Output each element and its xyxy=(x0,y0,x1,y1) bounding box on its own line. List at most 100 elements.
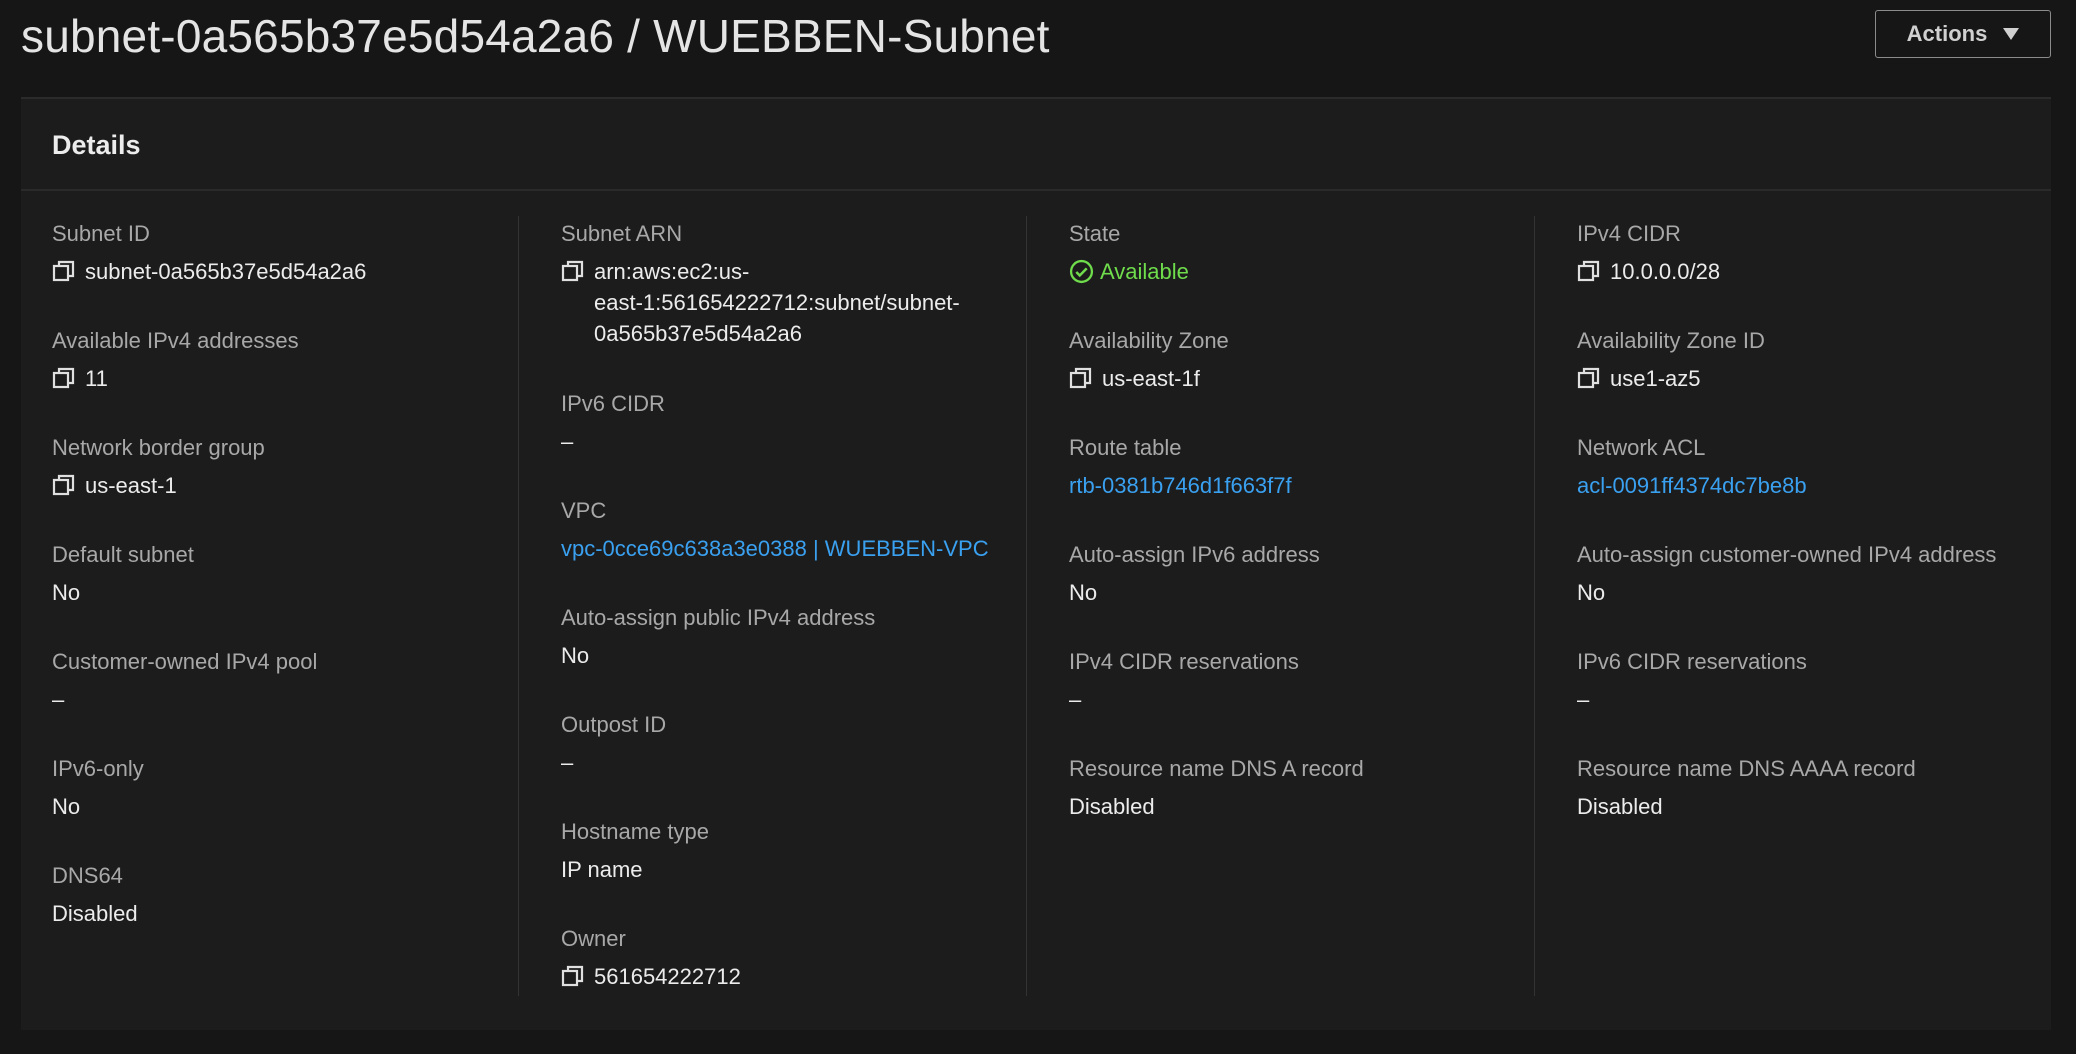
copy-icon[interactable] xyxy=(1577,366,1601,390)
field-available-ipv4: Available IPv4 addresses 11 xyxy=(52,327,538,430)
details-panel-header: Details xyxy=(21,99,2051,191)
field-auto-assign-ipv6: Auto-assign IPv6 address No xyxy=(1069,541,1555,644)
field-ipv6-cidr: IPv6 CIDR – xyxy=(561,390,1047,493)
field-subnet-arn: Subnet ARN arn:aws:ec2:us- east-1:561654… xyxy=(561,220,1047,386)
field-value: Disabled xyxy=(1069,794,1155,819)
details-column-2: Subnet ARN arn:aws:ec2:us- east-1:561654… xyxy=(561,216,1047,996)
field-label: Network ACL xyxy=(1577,435,1706,460)
field-network-acl: Network ACL acl-0091ff4374dc7be8b xyxy=(1577,434,2047,537)
field-auto-assign-public-ipv4: Auto-assign public IPv4 address No xyxy=(561,604,1047,707)
field-value: subnet-0a565b37e5d54a2a6 xyxy=(52,256,538,287)
copy-icon[interactable] xyxy=(52,473,76,497)
field-label: Default subnet xyxy=(52,542,194,567)
field-label: IPv4 CIDR reservations xyxy=(1069,649,1299,674)
field-label: Subnet ARN xyxy=(561,221,683,246)
field-value: No xyxy=(52,580,81,605)
details-column-4: IPv4 CIDR 10.0.0.0/28 Availability Zone … xyxy=(1577,216,2047,996)
field-auto-assign-customer-owned-ipv4: Auto-assign customer-owned IPv4 address … xyxy=(1577,541,2047,644)
caret-down-icon xyxy=(2003,28,2020,40)
field-value: Disabled xyxy=(52,901,138,926)
field-ipv4-cidr-reservations: IPv4 CIDR reservations – xyxy=(1069,648,1555,751)
field-value: 10.0.0.0/28 xyxy=(1577,256,2047,287)
field-value: arn:aws:ec2:us- east-1:561654222712:subn… xyxy=(561,256,1047,349)
field-label: Customer-owned IPv4 pool xyxy=(52,649,318,674)
field-value: No xyxy=(1069,580,1098,605)
field-dns-a-record: Resource name DNS A record Disabled xyxy=(1069,755,1555,858)
details-column-3: State Available Availability Zone us-eas… xyxy=(1069,216,1555,996)
field-label: IPv6 CIDR reservations xyxy=(1577,649,1807,674)
field-vpc: VPC vpc-0cce69c638a3e0388 | WUEBBEN-VPC xyxy=(561,497,1047,600)
field-value: – xyxy=(1577,687,1590,712)
field-value: use1-az5 xyxy=(1577,363,2047,394)
copy-icon[interactable] xyxy=(52,259,76,283)
field-label: Resource name DNS AAAA record xyxy=(1577,756,1916,781)
field-availability-zone-id: Availability Zone ID use1-az5 xyxy=(1577,327,2047,430)
field-label: Auto-assign IPv6 address xyxy=(1069,542,1320,567)
field-value: – xyxy=(52,687,65,712)
field-label: Owner xyxy=(561,926,626,951)
field-label: IPv6-only xyxy=(52,756,144,781)
field-availability-zone: Availability Zone us-east-1f xyxy=(1069,327,1555,430)
field-ipv4-cidr: IPv4 CIDR 10.0.0.0/28 xyxy=(1577,220,2047,323)
copy-icon[interactable] xyxy=(561,259,585,283)
field-label: DNS64 xyxy=(52,863,123,888)
field-subnet-id: Subnet ID subnet-0a565b37e5d54a2a6 xyxy=(52,220,538,323)
field-value: us-east-1 xyxy=(52,470,538,501)
field-value: No xyxy=(52,794,81,819)
field-value: us-east-1f xyxy=(1069,363,1555,394)
field-network-border-group: Network border group us-east-1 xyxy=(52,434,538,537)
field-dns-aaaa-record: Resource name DNS AAAA record Disabled xyxy=(1577,755,2047,858)
field-value: 11 xyxy=(52,363,538,394)
field-label: Availability Zone xyxy=(1069,328,1229,353)
field-ipv6-only: IPv6-only No xyxy=(52,755,538,858)
field-label: Route table xyxy=(1069,435,1182,460)
field-default-subnet: Default subnet No xyxy=(52,541,538,644)
page-title: subnet-0a565b37e5d54a2a6 / WUEBBEN-Subne… xyxy=(21,10,1050,62)
field-label: Available IPv4 addresses xyxy=(52,328,299,353)
field-value: – xyxy=(561,750,574,775)
field-value: IP name xyxy=(561,857,643,882)
field-label: State xyxy=(1069,221,1121,246)
copy-icon[interactable] xyxy=(1577,259,1601,283)
vpc-link[interactable]: vpc-0cce69c638a3e0388 | WUEBBEN-VPC xyxy=(561,533,989,564)
field-state: State Available xyxy=(1069,220,1555,323)
details-column-1: Subnet ID subnet-0a565b37e5d54a2a6 Avail… xyxy=(52,216,538,996)
actions-button-label: Actions xyxy=(1906,21,1988,46)
field-label: VPC xyxy=(561,498,607,523)
copy-icon[interactable] xyxy=(1069,366,1093,390)
details-panel: Details Subnet ID subnet-0a565b37e5d54a2… xyxy=(21,99,2051,1030)
status-badge: Available xyxy=(1069,256,1555,287)
field-hostname-type: Hostname type IP name xyxy=(561,818,1047,921)
field-owner: Owner 561654222712 xyxy=(561,925,1047,1028)
field-label: IPv6 CIDR xyxy=(561,391,665,416)
field-label: Auto-assign customer-owned IPv4 address xyxy=(1577,542,1997,567)
field-label: Outpost ID xyxy=(561,712,667,737)
actions-button[interactable]: Actions xyxy=(1875,10,2051,58)
field-label: Subnet ID xyxy=(52,221,150,246)
field-dns64: DNS64 Disabled xyxy=(52,862,538,965)
field-label: Auto-assign public IPv4 address xyxy=(561,605,876,630)
field-outpost-id: Outpost ID – xyxy=(561,711,1047,814)
field-label: Network border group xyxy=(52,435,265,460)
status-check-icon xyxy=(1069,259,1094,284)
field-value: vpc-0cce69c638a3e0388 | WUEBBEN-VPC xyxy=(561,533,1047,564)
details-title: Details xyxy=(52,130,141,160)
field-value: No xyxy=(1577,580,1606,605)
network-acl-link[interactable]: acl-0091ff4374dc7be8b xyxy=(1577,470,1807,501)
field-label: Hostname type xyxy=(561,819,709,844)
field-customer-owned-ipv4-pool: Customer-owned IPv4 pool – xyxy=(52,648,538,751)
route-table-link[interactable]: rtb-0381b746d1f663f7f xyxy=(1069,470,1292,501)
field-route-table: Route table rtb-0381b746d1f663f7f xyxy=(1069,434,1555,537)
copy-icon[interactable] xyxy=(561,964,585,988)
field-ipv6-cidr-reservations: IPv6 CIDR reservations – xyxy=(1577,648,2047,751)
field-label: Availability Zone ID xyxy=(1577,328,1765,353)
field-value: No xyxy=(561,643,590,668)
field-value: acl-0091ff4374dc7be8b xyxy=(1577,470,2047,501)
field-label: Resource name DNS A record xyxy=(1069,756,1364,781)
copy-icon[interactable] xyxy=(52,366,76,390)
field-value: rtb-0381b746d1f663f7f xyxy=(1069,470,1555,501)
subnet-details-page: subnet-0a565b37e5d54a2a6 / WUEBBEN-Subne… xyxy=(0,0,2076,1054)
field-value: – xyxy=(561,429,574,454)
field-value: – xyxy=(1069,687,1082,712)
page-header: subnet-0a565b37e5d54a2a6 / WUEBBEN-Subne… xyxy=(21,0,2051,74)
